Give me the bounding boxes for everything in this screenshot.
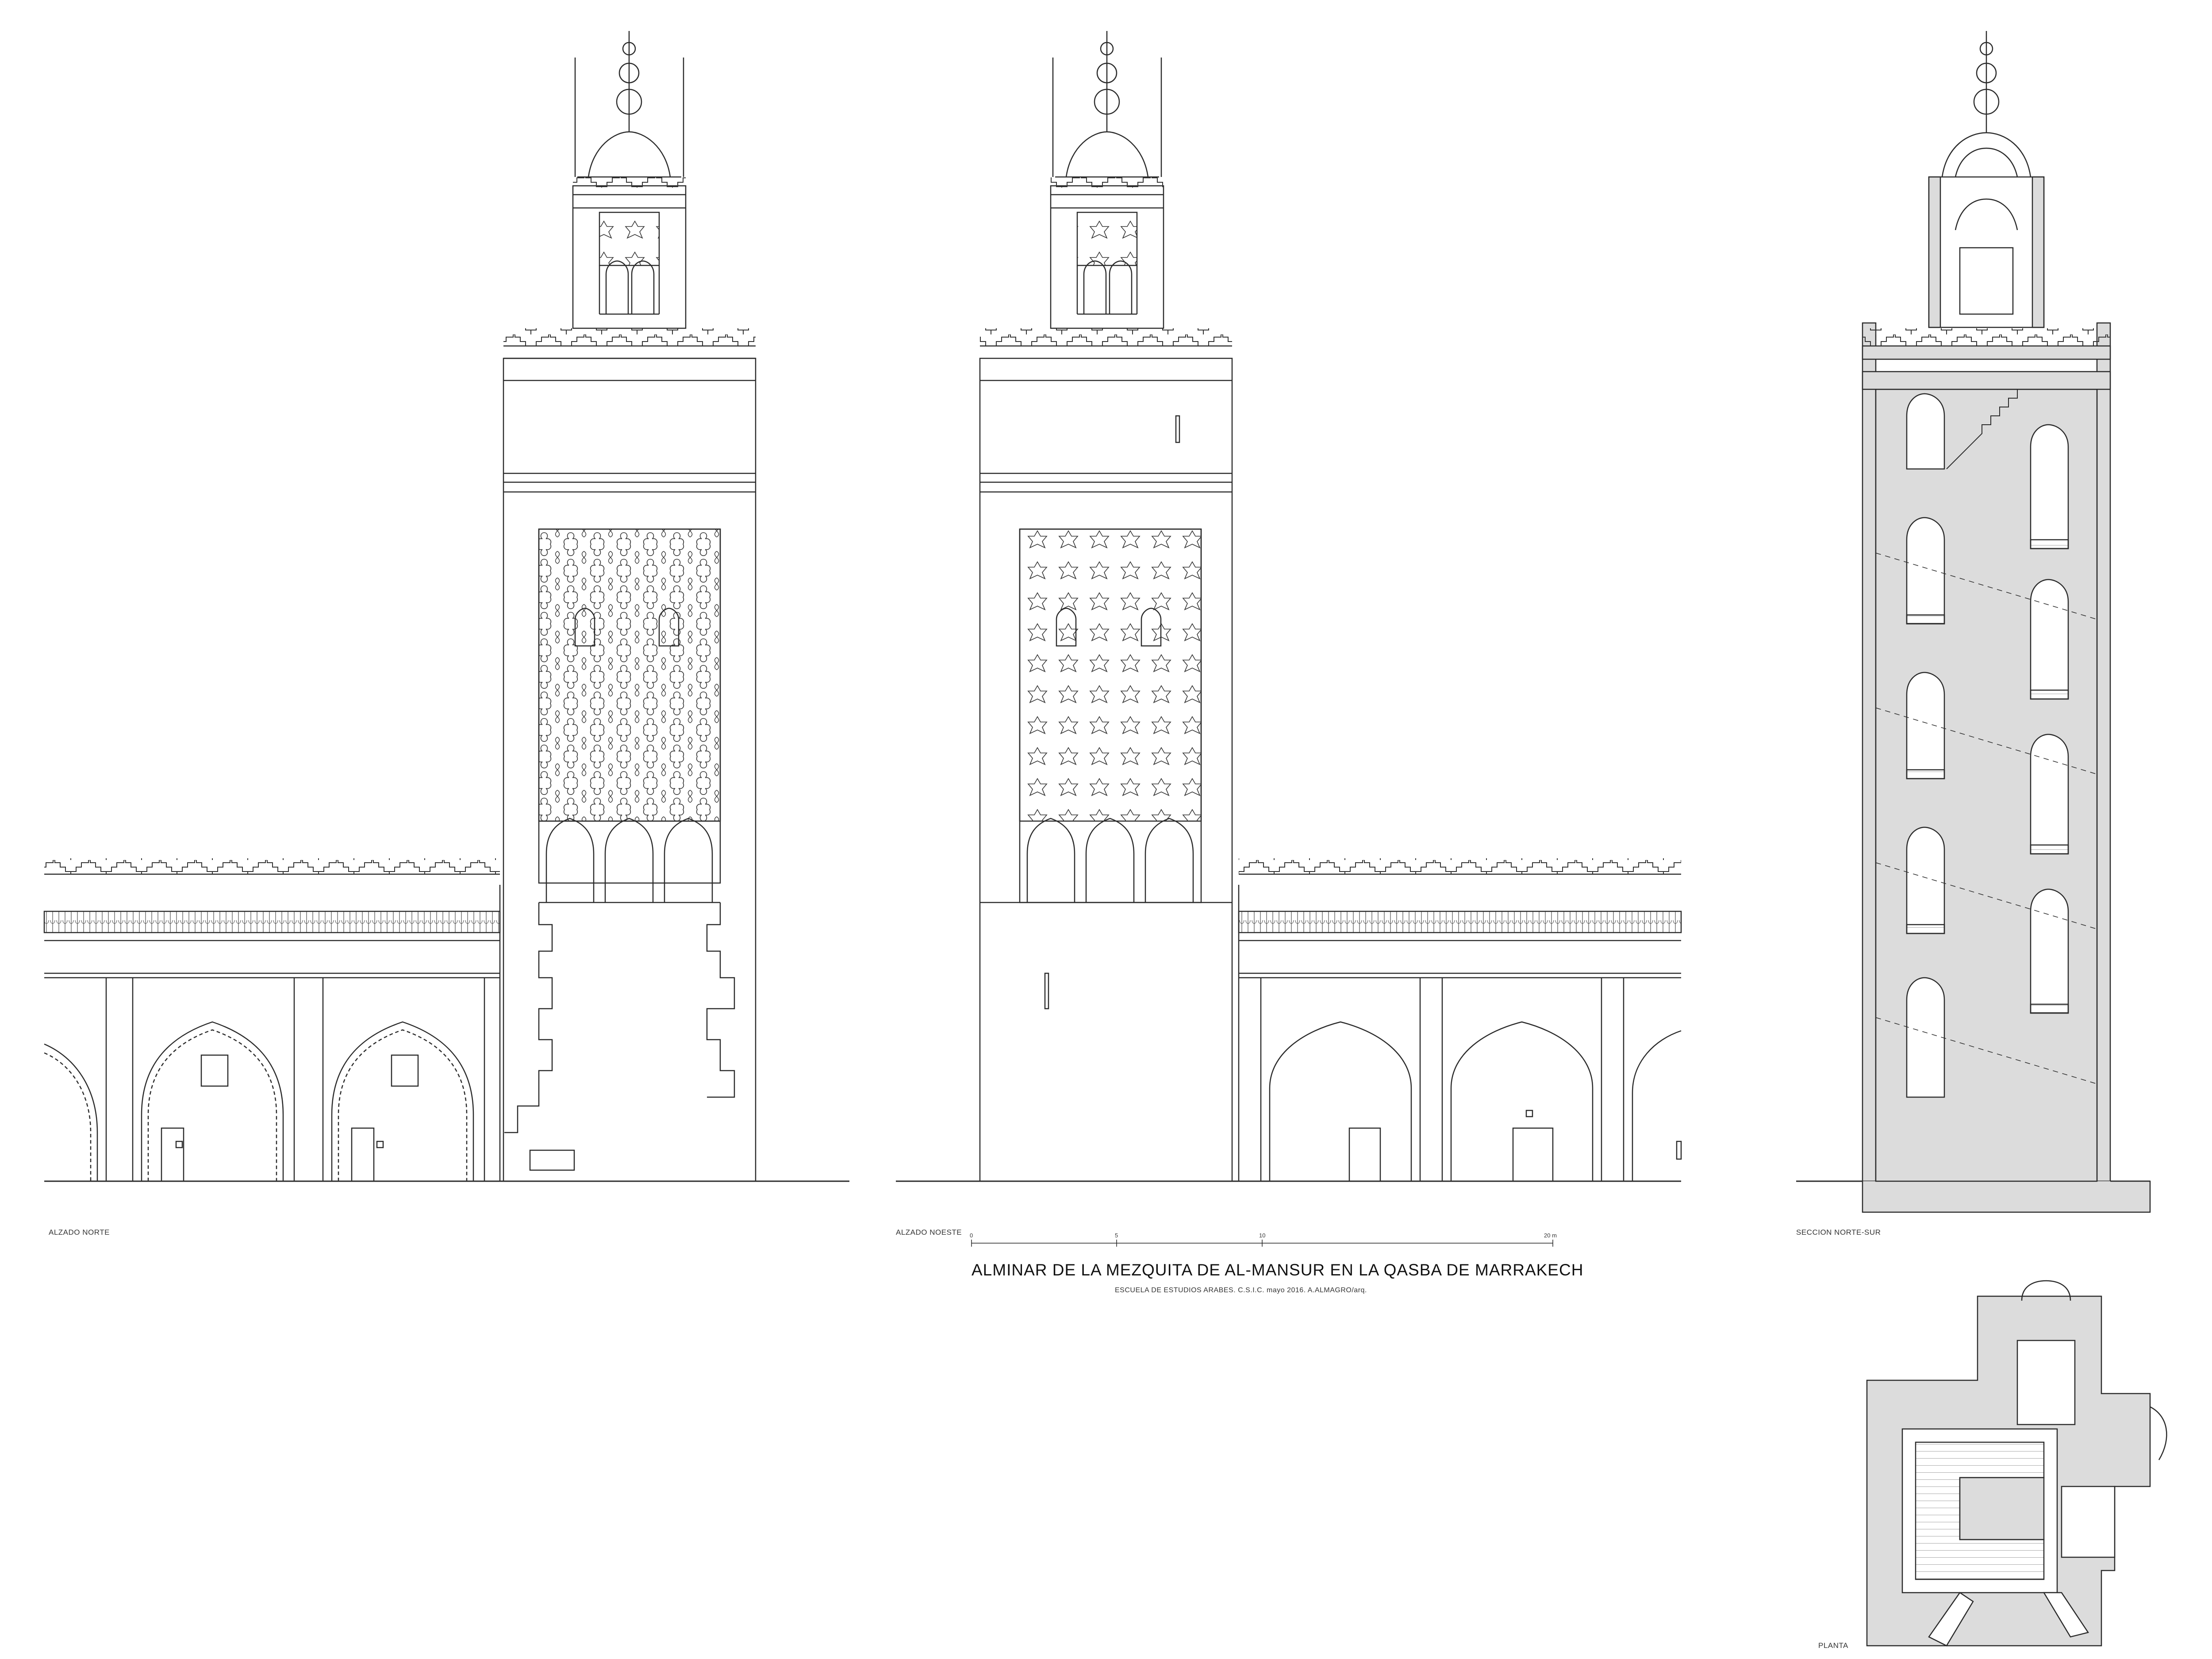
sheet-title: ALMINAR DE LA MEZQUITA DE AL-MANSUR EN L… <box>972 1261 1584 1279</box>
northwest-elevation-label: ALZADO NOESTE <box>896 1228 962 1237</box>
north-elevation-label: ALZADO NORTE <box>49 1228 110 1237</box>
scale-tick-20: 20 m <box>1544 1232 1557 1239</box>
north-south-section <box>1796 31 2151 1213</box>
northwest-elevation <box>896 31 1682 1182</box>
section-label: SECCION NORTE-SUR <box>1796 1228 1881 1237</box>
floor-plan <box>1866 1280 2167 1647</box>
scale-bar <box>971 1240 1553 1247</box>
scale-tick-0: 0 <box>970 1232 973 1239</box>
scale-tick-10: 10 <box>1259 1232 1266 1239</box>
north-elevation <box>43 31 849 1182</box>
plan-label: PLANTA <box>1818 1641 1848 1650</box>
drawing-sheet <box>43 31 2167 1647</box>
sheet-subtitle: ESCUELA DE ESTUDIOS ARABES. C.S.I.C. may… <box>1115 1286 1367 1294</box>
scale-tick-5: 5 <box>1115 1232 1118 1239</box>
